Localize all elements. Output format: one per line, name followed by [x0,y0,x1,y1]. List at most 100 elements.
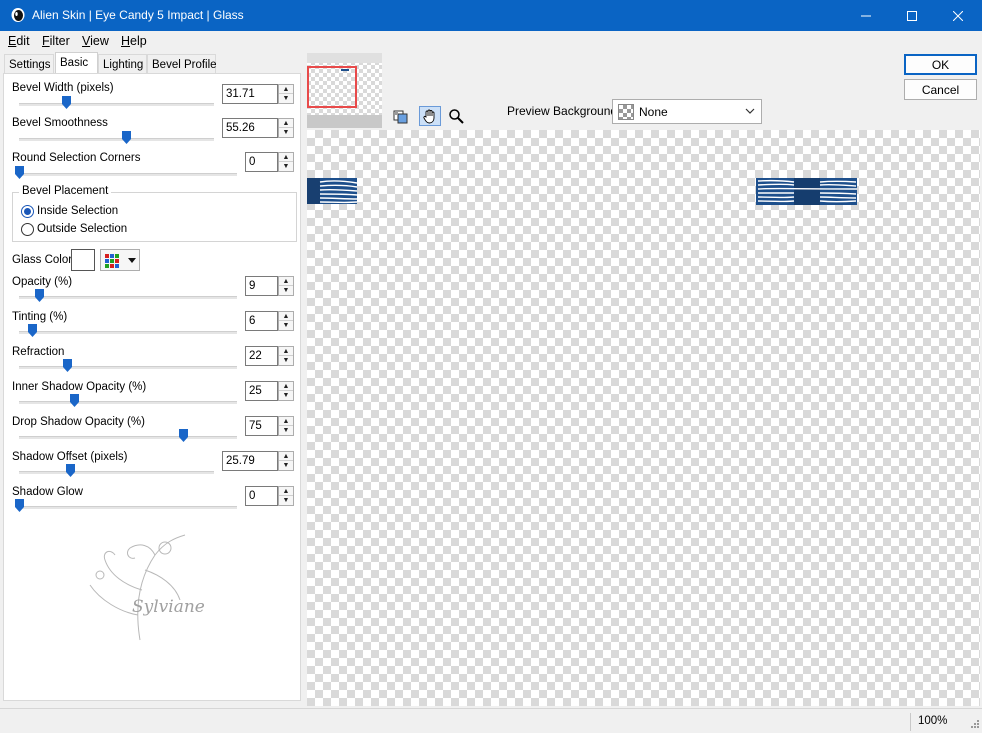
round-corners-stepper[interactable]: ▲ ▼ [278,152,294,172]
tab-basic[interactable]: Basic [55,52,98,74]
outside-selection-label[interactable]: Outside Selection [37,223,127,235]
round-corners-thumb[interactable] [15,166,24,179]
opacity-field[interactable]: 9 [245,276,278,296]
inner-shadow-opacity-field[interactable]: 25 [245,381,278,401]
shadow-offset-slider[interactable] [19,471,214,474]
round-corners-field[interactable]: 0 [245,152,278,172]
refraction-field[interactable]: 22 [245,346,278,366]
maximize-button[interactable] [889,0,935,31]
menu-edit[interactable]: Edit [8,34,30,48]
glass-color-label: Glass Color [12,254,73,266]
inside-selection-label[interactable]: Inside Selection [37,205,118,217]
drop-shadow-opacity-label: Drop Shadow Opacity (%) [12,416,145,428]
hand-icon [423,109,435,124]
inner-shadow-opacity-stepper[interactable]: ▲ ▼ [278,381,294,401]
glass-bevel-preview-left [307,178,358,204]
menu-help[interactable]: Help [121,34,147,48]
zoom-icon [449,109,464,124]
refraction-slider[interactable] [19,366,237,369]
outside-selection-radio[interactable] [21,223,34,236]
tinting-label: Tinting (%) [12,311,68,323]
navigator-thumbnail[interactable] [307,53,382,128]
minimize-button[interactable] [843,0,889,31]
glass-color-swatch[interactable] [71,249,95,271]
shadow-offset-stepper[interactable]: ▲ ▼ [278,451,294,471]
preview-bg-tool-button[interactable] [390,106,412,126]
shadow-glow-label: Shadow Glow [12,486,83,498]
tinting-slider[interactable] [19,331,237,334]
close-icon [953,10,963,21]
glass-bevel-preview-right [756,178,858,205]
bevel-smoothness-stepper[interactable]: ▲ ▼ [278,118,294,138]
preview-background-label: Preview Background: [507,104,621,118]
color-grid-icon [105,254,119,268]
tab-settings[interactable]: Settings [4,54,54,74]
navigator-view-frame[interactable] [307,66,357,108]
close-button[interactable] [935,0,981,31]
zoom-tool-button[interactable] [445,106,467,126]
minimize-icon [861,15,871,16]
refraction-thumb[interactable] [62,359,72,372]
shadow-glow-thumb[interactable] [15,499,24,512]
ok-button[interactable]: OK [904,54,977,75]
drop-shadow-opacity-slider[interactable] [19,436,237,439]
chevron-down-icon [745,108,755,114]
drop-shadow-opacity-thumb[interactable] [178,429,188,442]
bevel-smoothness-slider[interactable] [19,138,214,141]
bevel-placement-group: Bevel Placement Inside Selection Outside… [12,185,297,242]
tinting-field[interactable]: 6 [245,311,278,331]
shadow-offset-thumb[interactable] [65,464,75,477]
menu-view[interactable]: View [82,34,109,48]
opacity-label: Opacity (%) [12,276,73,288]
tinting-stepper[interactable]: ▲ ▼ [278,311,294,331]
shadow-offset-field[interactable]: 25.79 [222,451,278,471]
drop-shadow-opacity-stepper[interactable]: ▲ ▼ [278,416,294,436]
none-background-icon [618,104,634,120]
bevel-width-stepper[interactable]: ▲ ▼ [278,84,294,104]
shadow-glow-field[interactable]: 0 [245,486,278,506]
inside-selection-radio[interactable] [21,205,34,218]
refraction-stepper[interactable]: ▲ ▼ [278,346,294,366]
menu-bar: Edit Filter View Help [0,31,982,51]
bevel-smoothness-thumb[interactable] [122,131,132,144]
preview-canvas[interactable] [307,130,980,706]
resize-grip-icon[interactable] [968,719,980,731]
menu-filter[interactable]: Filter [42,34,70,48]
bevel-width-slider[interactable] [19,103,214,106]
glass-color-picker-button[interactable] [100,249,140,271]
shadow-glow-slider[interactable] [19,506,237,509]
bevel-placement-legend: Bevel Placement [19,185,112,197]
watermark-text: Sylviane [132,597,205,617]
status-bar: 100% [0,708,982,733]
bevel-smoothness-label: Bevel Smoothness [12,117,108,129]
opacity-stepper[interactable]: ▲ ▼ [278,276,294,296]
round-corners-label: Round Selection Corners [12,152,141,164]
shadow-offset-label: Shadow Offset (pixels) [12,451,128,463]
bevel-width-thumb[interactable] [61,96,71,109]
inner-shadow-opacity-slider[interactable] [19,401,237,404]
bevel-smoothness-field[interactable]: 55.26 [222,118,278,138]
opacity-thumb[interactable] [34,289,44,302]
inner-shadow-opacity-thumb[interactable] [69,394,79,407]
drop-shadow-opacity-field[interactable]: 75 [245,416,278,436]
maximize-icon [907,10,917,21]
preview-background-select[interactable]: None [612,99,762,124]
alien-skin-app-icon [11,8,25,22]
tinting-thumb[interactable] [28,324,38,337]
title-bar: Alien Skin | Eye Candy 5 Impact | Glass [0,0,982,31]
tab-lighting[interactable]: Lighting [98,54,147,74]
tab-bevel-profile[interactable]: Bevel Profile [147,54,217,74]
refraction-label: Refraction [12,346,65,358]
preview-bg-icon [393,110,408,124]
opacity-slider[interactable] [19,296,237,299]
cancel-button[interactable]: Cancel [904,79,977,100]
round-corners-slider[interactable] [19,173,237,176]
sylviane-watermark: Sylviane [89,534,205,641]
shadow-glow-stepper[interactable]: ▲ ▼ [278,486,294,506]
bevel-width-label: Bevel Width (pixels) [12,82,114,94]
chevron-down-icon [128,258,136,263]
hand-tool-button[interactable] [419,106,441,126]
zoom-level: 100% [918,715,948,727]
window-title: Alien Skin | Eye Candy 5 Impact | Glass [32,8,244,22]
bevel-width-field[interactable]: 31.71 [222,84,278,104]
